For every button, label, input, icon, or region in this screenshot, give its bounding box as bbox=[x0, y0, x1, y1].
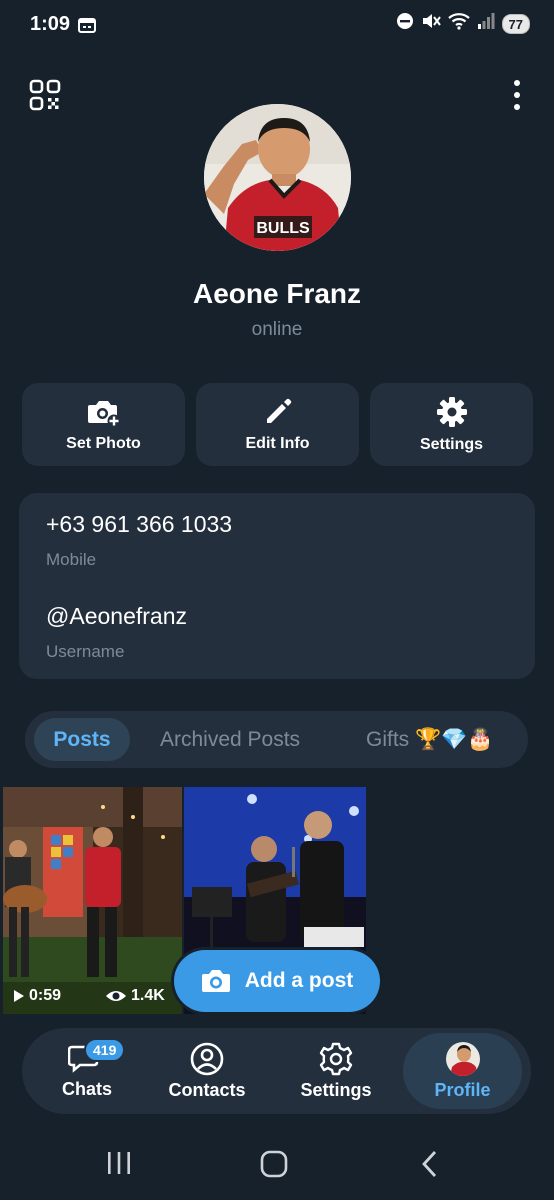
phone-label: Mobile bbox=[46, 550, 97, 569]
nav-profile-label: Profile bbox=[434, 1079, 491, 1100]
edit-info-button[interactable]: Edit Info bbox=[196, 383, 359, 466]
tab-gifts[interactable]: Gifts 🏆💎🎂 bbox=[366, 711, 493, 768]
avatar-image: BULLS bbox=[204, 104, 351, 251]
do-not-disturb-icon bbox=[396, 12, 414, 35]
back-arrow-icon bbox=[422, 1151, 437, 1177]
gear-outline-icon bbox=[319, 1042, 353, 1075]
username-row[interactable]: @Aeonefranz Username bbox=[46, 603, 187, 662]
phone-number: +63 961 366 1033 bbox=[46, 511, 233, 537]
more-dot bbox=[514, 80, 520, 86]
post-duration-text: 0:59 bbox=[29, 987, 62, 1004]
home-icon bbox=[260, 1150, 288, 1178]
username-label: Username bbox=[46, 642, 125, 661]
play-icon bbox=[14, 990, 24, 1002]
battery-indicator: 77 bbox=[501, 13, 530, 34]
more-dot bbox=[514, 104, 520, 110]
mute-icon bbox=[421, 12, 441, 35]
wifi-icon bbox=[447, 12, 470, 35]
recent-apps-icon bbox=[108, 1152, 130, 1174]
profile-avatar-icon bbox=[445, 1041, 480, 1076]
nav-contacts[interactable]: Contacts bbox=[157, 1028, 257, 1114]
calendar-icon bbox=[78, 17, 96, 38]
status-time: 1:09 bbox=[30, 13, 71, 35]
add-post-button[interactable]: Add a post bbox=[174, 950, 380, 1012]
person-circle-icon bbox=[190, 1042, 224, 1075]
profile-avatar[interactable]: BULLS bbox=[204, 104, 351, 251]
status-icons: 77 bbox=[396, 12, 530, 35]
post-image-1 bbox=[3, 787, 182, 1014]
back-button[interactable] bbox=[420, 1150, 440, 1183]
settings-label: Settings bbox=[419, 435, 484, 453]
more-options-button[interactable] bbox=[512, 80, 522, 110]
username: @Aeonefranz bbox=[46, 603, 187, 629]
info-card: +63 961 366 1033 Mobile @Aeonefranz User… bbox=[19, 493, 535, 679]
camera-icon bbox=[201, 970, 230, 992]
recent-apps-button[interactable] bbox=[106, 1150, 132, 1181]
nav-settings[interactable]: Settings bbox=[290, 1028, 382, 1114]
post-duration: 0:59 bbox=[13, 987, 61, 1005]
tab-archived-posts[interactable]: Archived Posts bbox=[160, 711, 300, 768]
chats-unread-badge: 419 bbox=[84, 1038, 126, 1062]
settings-button[interactable]: Settings bbox=[370, 383, 533, 466]
nav-contacts-label: Contacts bbox=[168, 1079, 246, 1100]
nav-settings-label: Settings bbox=[300, 1079, 372, 1100]
tab-posts[interactable]: Posts bbox=[34, 718, 130, 761]
gear-icon bbox=[436, 396, 467, 427]
avatar-jersey-text: BULLS bbox=[256, 220, 310, 237]
profile-status: online bbox=[251, 319, 303, 340]
phone-row[interactable]: +63 961 366 1033 Mobile bbox=[46, 511, 232, 570]
bottom-navigation: Chats 419 Contacts Settings Profile bbox=[22, 1028, 531, 1114]
set-photo-label: Set Photo bbox=[66, 434, 141, 452]
post-views-text: 1.4K bbox=[131, 987, 165, 1004]
profile-name: Aeone Franz bbox=[192, 278, 362, 309]
post-thumbnail-1[interactable]: 0:59 1.4K bbox=[3, 787, 182, 1014]
nav-chats-label: Chats bbox=[61, 1078, 112, 1099]
eye-icon bbox=[106, 991, 126, 1001]
pencil-icon bbox=[266, 398, 291, 423]
home-button[interactable] bbox=[260, 1150, 288, 1183]
camera-plus-icon bbox=[87, 400, 120, 427]
nav-profile[interactable]: Profile bbox=[403, 1028, 522, 1114]
edit-info-label: Edit Info bbox=[245, 434, 310, 452]
profile-tabs: Posts Archived Posts Gifts 🏆💎🎂 bbox=[25, 711, 528, 768]
more-dot bbox=[514, 92, 520, 98]
signal-icon bbox=[477, 12, 495, 35]
add-post-label: Add a post bbox=[244, 969, 354, 992]
set-photo-button[interactable]: Set Photo bbox=[22, 383, 185, 466]
post-views: 1.4K bbox=[105, 987, 165, 1005]
qr-code-button[interactable] bbox=[28, 78, 62, 112]
qr-code-icon bbox=[29, 79, 61, 111]
